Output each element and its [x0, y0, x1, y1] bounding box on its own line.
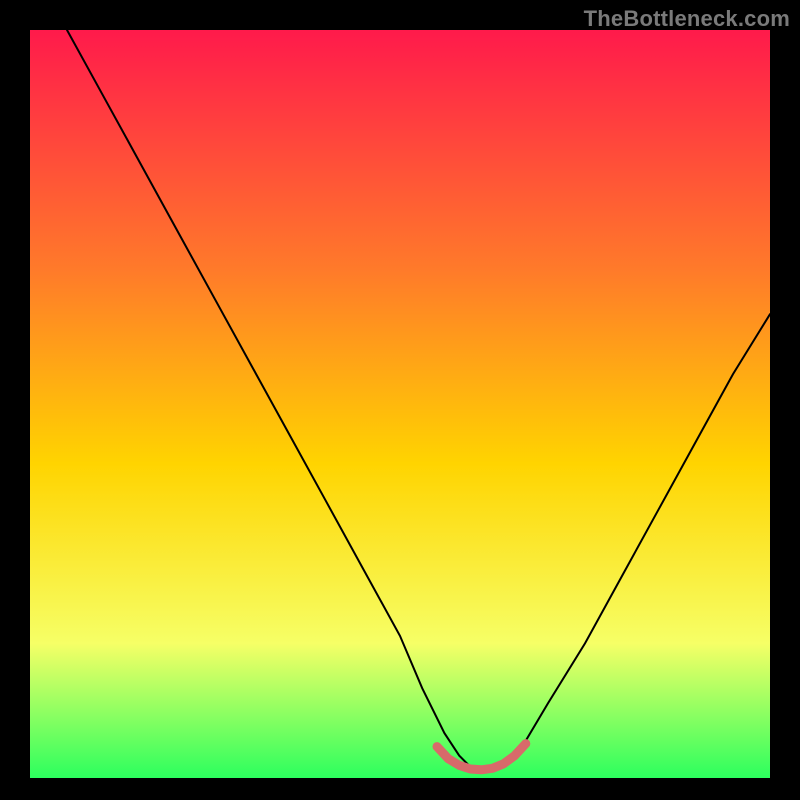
watermark-text: TheBottleneck.com	[584, 6, 790, 32]
gradient-background	[30, 30, 770, 778]
chart-frame: TheBottleneck.com	[0, 0, 800, 800]
bottleneck-chart	[30, 30, 770, 778]
plot-area	[30, 30, 770, 778]
